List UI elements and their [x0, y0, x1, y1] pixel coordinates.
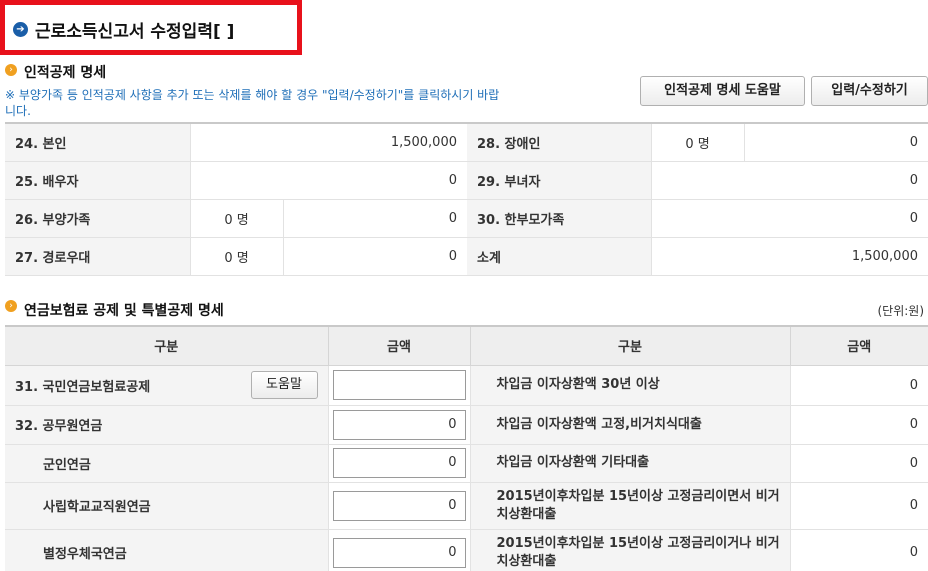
row-label: 28. 장애인 [467, 123, 651, 162]
personal-section-title: 인적공제 명세 [24, 65, 107, 81]
row-value: 0 [789, 482, 928, 530]
post-office-pension-input[interactable]: 0 [332, 537, 466, 568]
row-label: 31. 국민연금보험료공제 [15, 379, 151, 395]
arrow-right-icon: ➔ [13, 22, 28, 37]
input-cell [327, 365, 470, 406]
personal-deduction-table: 24. 본인 1,500,000 28. 장애인 0 명 0 25. 배우자 0… [5, 122, 928, 276]
row-value: 0 [650, 161, 928, 200]
row-label: 25. 배우자 [5, 161, 190, 200]
row-value: 0 [189, 161, 467, 200]
civil-service-pension-input[interactable]: 0 [332, 409, 466, 440]
private-school-pension-input[interactable]: 0 [332, 490, 466, 521]
military-pension-input[interactable]: 0 [332, 448, 466, 478]
table-header-row: 구분 금액 구분 금액 [5, 326, 928, 366]
row-value: 1,500,000 [189, 123, 467, 162]
row-label-cell: 31. 국민연금보험료공제 도움말 [5, 365, 328, 406]
row-label: 24. 본인 [5, 123, 190, 162]
pension-deduction-table: 구분 금액 구분 금액 31. 국민연금보험료공제 도움말 차입금 이자상환액 … [5, 325, 928, 571]
input-cell: 0 [327, 529, 470, 571]
row-label: 2015년이후차입분 15년이상 고정금리이거나 비거치상환대출 [469, 529, 790, 571]
input-cell: 0 [327, 482, 470, 530]
row-label: 29. 부녀자 [467, 161, 651, 200]
personal-notice: ※ 부양가족 등 인적공제 사항을 추가 또는 삭제를 해야 할 경우 "입력/… [5, 88, 500, 118]
row-label: 차입금 이자상환액 기타대출 [469, 444, 790, 483]
row-value: 0 [789, 529, 928, 571]
column-header: 구분 [469, 326, 790, 366]
page-title: 근로소득신고서 수정입력[ ] [35, 22, 235, 42]
row-value: 0 [789, 444, 928, 483]
column-header: 금액 [327, 326, 470, 366]
row-value: 0 [650, 199, 928, 238]
table-row: 26. 부양가족 0 명 0 30. 한부모가족 0 [5, 199, 928, 238]
row-label: 차입금 이자상환액 30년 이상 [469, 365, 790, 406]
row-label: 차입금 이자상환액 고정,비거치식대출 [469, 405, 790, 445]
table-row: 27. 경로우대 0 명 0 소계 1,500,000 [5, 237, 928, 276]
table-row: 31. 국민연금보험료공제 도움말 차입금 이자상환액 30년 이상 0 [5, 365, 928, 406]
edit-button[interactable]: 입력/수정하기 [811, 76, 928, 106]
row-value: 0 [789, 405, 928, 445]
bullet-icon: › [5, 64, 17, 76]
row-count: 0 명 [189, 237, 283, 276]
row-label: 별정우체국연금 [5, 529, 328, 571]
row-value: 0 [789, 365, 928, 406]
table-row: 32. 공무원연금 0 차입금 이자상환액 고정,비거치식대출 0 [5, 405, 928, 445]
column-header: 구분 [5, 326, 328, 366]
input-cell: 0 [327, 444, 470, 483]
row-value: 1,500,000 [650, 237, 928, 276]
table-row: 별정우체국연금 0 2015년이후차입분 15년이상 고정금리이거나 비거치상환… [5, 529, 928, 571]
row-label: 27. 경로우대 [5, 237, 190, 276]
table-row: 25. 배우자 0 29. 부녀자 0 [5, 161, 928, 200]
pension-help-button[interactable]: 도움말 [250, 371, 318, 399]
row-value: 0 [743, 123, 928, 162]
column-header: 금액 [789, 326, 928, 366]
row-label: 32. 공무원연금 [5, 405, 328, 445]
bullet-icon: › [5, 300, 17, 312]
row-label: 소계 [467, 237, 651, 276]
page-title-box: ➔ 근로소득신고서 수정입력[ ] [0, 0, 302, 55]
table-row: 사립학교교직원연금 0 2015년이후차입분 15년이상 고정금리이면서 비거치… [5, 482, 928, 530]
row-value: 0 [282, 199, 467, 238]
row-count: 0 명 [650, 123, 744, 162]
row-label: 사립학교교직원연금 [5, 482, 328, 530]
row-value: 0 [282, 237, 467, 276]
table-row: 24. 본인 1,500,000 28. 장애인 0 명 0 [5, 123, 928, 162]
row-label: 26. 부양가족 [5, 199, 190, 238]
row-label: 30. 한부모가족 [467, 199, 651, 238]
pension-section-title: 연금보험료 공제 및 특별공제 명세 [24, 303, 224, 319]
row-label: 군인연금 [5, 444, 328, 483]
row-count: 0 명 [189, 199, 283, 238]
table-row: 군인연금 0 차입금 이자상환액 기타대출 0 [5, 444, 928, 483]
national-pension-input[interactable] [332, 370, 466, 400]
personal-help-button[interactable]: 인적공제 명세 도움말 [640, 76, 805, 106]
unit-label: (단위:원) [877, 304, 924, 318]
row-label: 2015년이후차입분 15년이상 고정금리이면서 비거치상환대출 [469, 482, 790, 530]
input-cell: 0 [327, 405, 470, 445]
